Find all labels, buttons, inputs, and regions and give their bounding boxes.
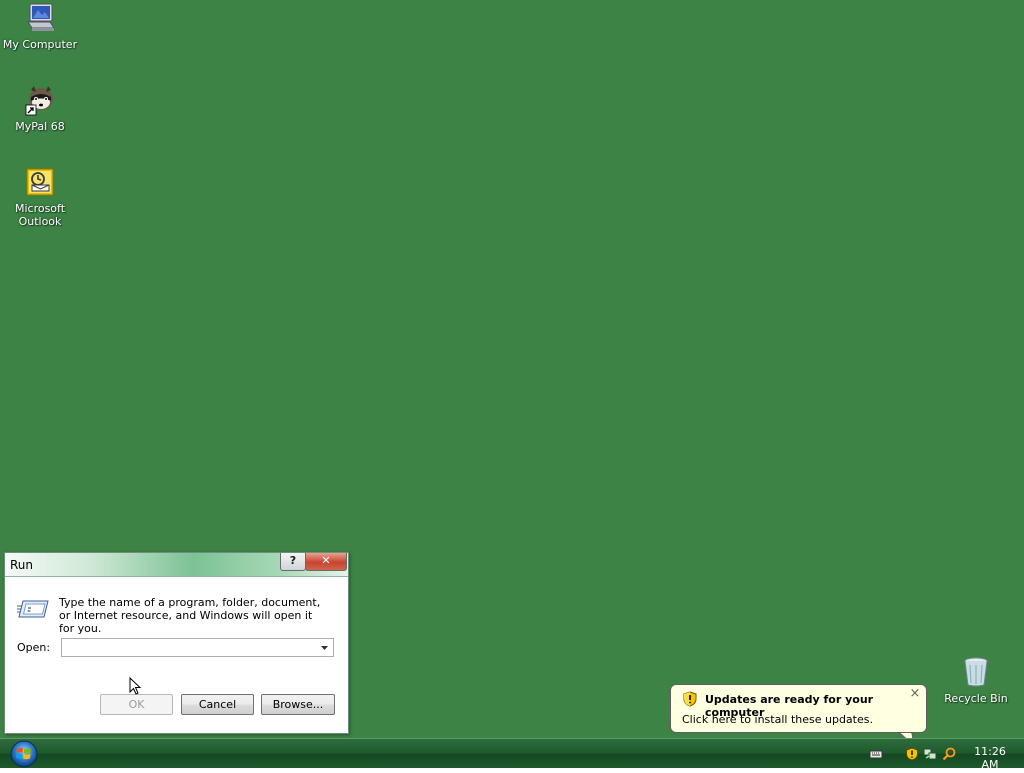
icon-label: Microsoft Outlook	[14, 202, 66, 228]
taskbar	[0, 738, 1024, 768]
balloon-message[interactable]: Click here to install these updates.	[682, 713, 873, 726]
ok-button[interactable]: OK	[100, 694, 173, 715]
windows-logo-icon	[10, 740, 38, 768]
mouse-cursor-icon	[129, 676, 143, 697]
open-input[interactable]	[64, 640, 312, 654]
run-dialog: Run ? ✕ Type the name of a program, fold…	[4, 552, 349, 734]
my-computer-shortcut[interactable]: My Computer	[0, 2, 80, 51]
search-icon[interactable]	[942, 746, 956, 761]
update-notification-balloon[interactable]: Updates are ready for your computer Clic…	[670, 684, 927, 733]
browse-button[interactable]: Browse...	[261, 694, 335, 715]
mypal-shortcut[interactable]: MyPal 68	[0, 84, 80, 133]
start-button[interactable]	[8, 739, 40, 769]
open-combobox[interactable]	[61, 638, 334, 657]
cancel-button[interactable]: Cancel	[181, 694, 254, 715]
dropdown-arrow-button[interactable]	[317, 640, 332, 655]
run-dialog-titlebar[interactable]: Run ? ✕	[5, 553, 348, 577]
close-icon: ✕	[321, 554, 331, 567]
mypal-icon	[24, 84, 56, 116]
computer-icon	[24, 2, 56, 34]
run-dialog-body: Type the name of a program, folder, docu…	[5, 577, 348, 733]
run-dialog-title: Run	[10, 558, 34, 572]
outlook-shortcut[interactable]: Microsoft Outlook	[0, 166, 80, 228]
icon-label: MyPal 68	[15, 120, 65, 133]
close-button[interactable]: ✕	[305, 553, 347, 571]
help-button[interactable]: ?	[280, 553, 306, 571]
run-program-icon	[17, 599, 49, 619]
icon-label: My Computer	[2, 38, 78, 51]
run-dialog-description: Type the name of a program, folder, docu…	[59, 596, 321, 635]
open-label: Open:	[17, 641, 51, 654]
chevron-down-icon	[321, 646, 328, 650]
icon-label: Recycle Bin	[944, 692, 1008, 705]
balloon-close-icon[interactable]: ×	[909, 687, 921, 700]
outlook-icon	[24, 166, 56, 198]
taskbar-clock[interactable]: 11:26 AM	[964, 745, 1016, 771]
network-icon[interactable]	[923, 746, 937, 760]
recycle-bin-shortcut[interactable]: Recycle Bin	[936, 656, 1016, 705]
shield-update-icon[interactable]	[905, 746, 919, 761]
help-icon: ?	[289, 554, 297, 567]
keyboard-icon[interactable]	[869, 746, 883, 760]
shield-icon	[682, 691, 698, 707]
recycle-bin-icon	[960, 656, 992, 688]
